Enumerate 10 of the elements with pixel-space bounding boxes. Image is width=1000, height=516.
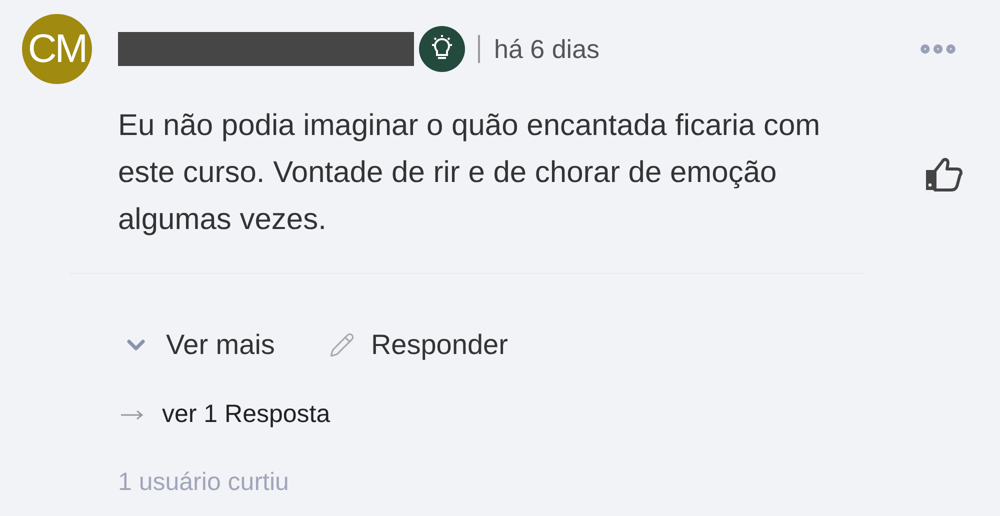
arrow-right-icon bbox=[120, 408, 144, 421]
avatar: CM bbox=[22, 14, 92, 84]
pencil-icon bbox=[328, 332, 355, 358]
timestamp: há 6 dias bbox=[494, 32, 600, 66]
likes-count: 1 usuário curtiu bbox=[117, 466, 290, 498]
show-more-button[interactable]: Ver mais bbox=[122, 324, 275, 366]
reply-button[interactable]: Responder bbox=[328, 324, 508, 366]
view-replies-link[interactable]: ver 1 Resposta bbox=[162, 396, 330, 434]
lightbulb-icon bbox=[418, 25, 466, 73]
comment-text: Eu não podia imaginar o quão encantada ficaria com este curso. Vontade de rir e de chorar de emoção algumas vezes. bbox=[118, 108, 822, 238]
